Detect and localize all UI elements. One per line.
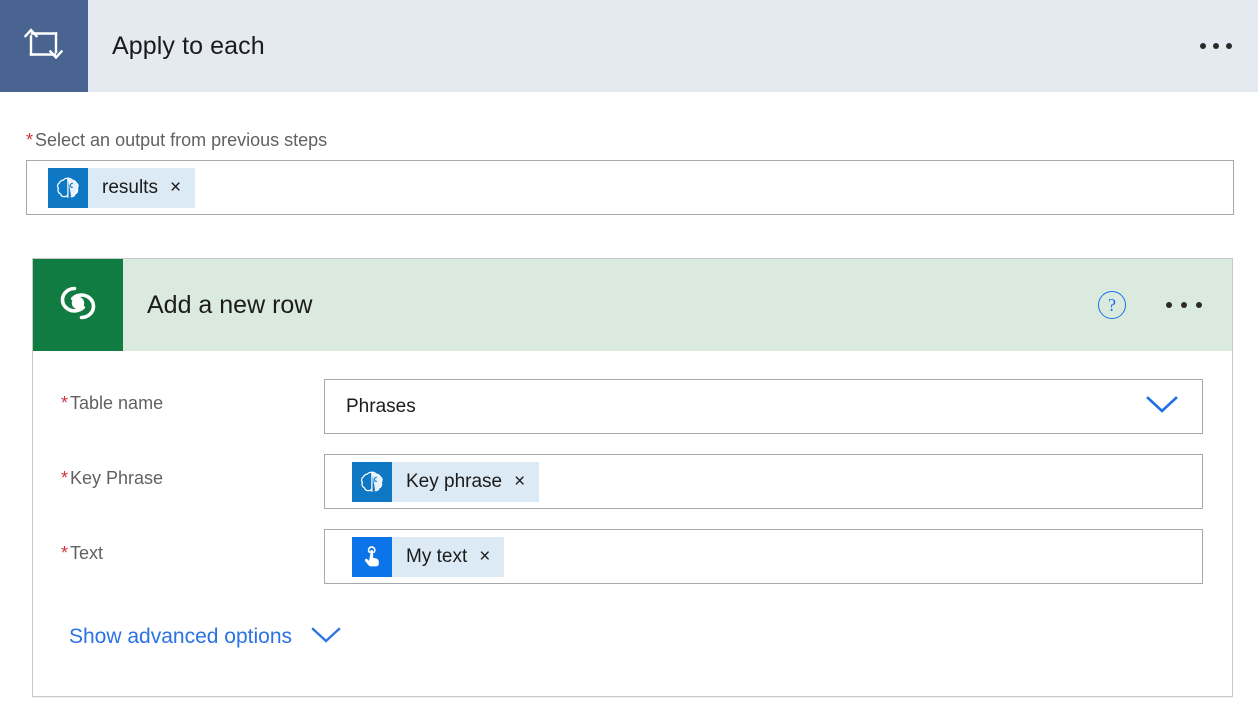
help-icon[interactable]: ? [1098, 291, 1126, 319]
loop-repeat-icon [22, 24, 66, 69]
required-marker: * [61, 393, 68, 413]
key-phrase-label-text: Key Phrase [70, 468, 163, 488]
output-selector-input[interactable]: results × [26, 160, 1234, 215]
form-row-key-phrase: *Key Phrase Key phrase [33, 454, 1232, 509]
table-name-value: Phrases [346, 396, 416, 418]
required-marker: * [61, 468, 68, 488]
text-label-text: Text [70, 543, 103, 563]
key-phrase-input[interactable]: Key phrase × [324, 454, 1203, 509]
ellipsis-dot [1196, 302, 1202, 308]
smartsheet-icon [53, 280, 103, 331]
ellipsis-dot [1200, 43, 1206, 49]
token-my-text[interactable]: My text × [352, 537, 504, 577]
key-phrase-control: Key phrase × [324, 454, 1203, 509]
powerapps-tap-icon [352, 537, 392, 577]
cognitive-services-brain-icon [48, 168, 88, 208]
token-label: results [88, 177, 164, 199]
ellipsis-dot [1166, 302, 1172, 308]
chevron-down-icon[interactable] [309, 624, 343, 649]
token-remove-button[interactable]: × [508, 472, 539, 491]
text-label: *Text [61, 529, 324, 564]
output-selector-label: *Select an output from previous steps [0, 92, 1258, 160]
table-name-select[interactable]: Phrases [324, 379, 1203, 434]
apply-to-each-header: Apply to each [0, 0, 1258, 92]
text-input[interactable]: My text × [324, 529, 1203, 584]
card-body: *Table name Phrases *Key Phrase [33, 351, 1232, 649]
table-name-label-text: Table name [70, 393, 163, 413]
token-remove-button[interactable]: × [473, 547, 504, 566]
key-phrase-label: *Key Phrase [61, 454, 324, 489]
required-marker: * [61, 543, 68, 563]
required-marker: * [26, 130, 33, 150]
cognitive-services-brain-icon [352, 462, 392, 502]
token-label: Key phrase [392, 471, 508, 493]
apply-to-each-title: Apply to each [88, 0, 1200, 92]
show-advanced-options-link[interactable]: Show advanced options [33, 604, 343, 649]
card-title: Add a new row [123, 259, 1098, 351]
table-name-label: *Table name [61, 379, 324, 414]
form-row-text: *Text My text × [33, 529, 1232, 584]
card-header-actions: ? [1098, 259, 1232, 351]
table-name-control: Phrases [324, 379, 1203, 434]
text-control: My text × [324, 529, 1203, 584]
card-header: Add a new row ? [33, 259, 1232, 351]
loop-icon-block [0, 0, 88, 92]
card-icon-block [33, 259, 123, 351]
token-remove-button[interactable]: × [164, 178, 195, 197]
chevron-down-icon[interactable] [1144, 393, 1180, 420]
ellipsis-dot [1213, 43, 1219, 49]
header-more-button[interactable] [1200, 0, 1258, 92]
ellipsis-dot [1226, 43, 1232, 49]
form-row-table-name: *Table name Phrases [33, 379, 1232, 434]
add-a-new-row-card: Add a new row ? *Table name Phrases [32, 258, 1233, 697]
output-selector-section: *Select an output from previous steps re… [0, 92, 1258, 215]
output-selector-label-text: Select an output from previous steps [35, 130, 327, 150]
ellipsis-dot [1181, 302, 1187, 308]
token-label: My text [392, 546, 473, 568]
show-advanced-options-label: Show advanced options [69, 625, 292, 649]
token-key-phrase[interactable]: Key phrase × [352, 462, 539, 502]
token-results[interactable]: results × [48, 168, 195, 208]
card-more-button[interactable] [1166, 302, 1202, 308]
